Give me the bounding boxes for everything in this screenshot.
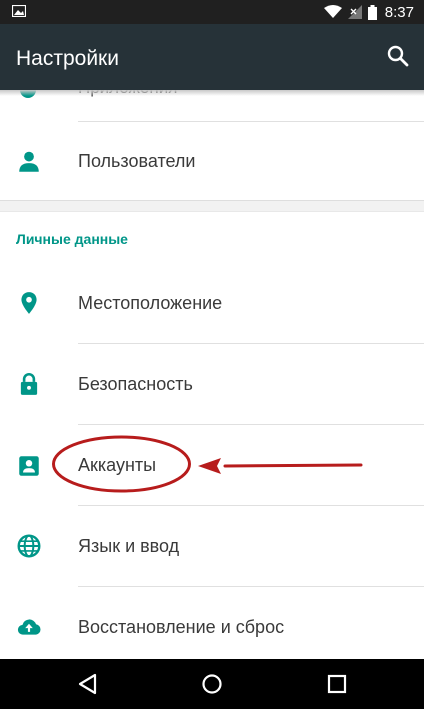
battery-icon [367, 4, 377, 20]
list-item-language[interactable]: Язык и ввод [0, 506, 424, 586]
annotation-arrow [198, 458, 363, 474]
page-title: Настройки [16, 47, 119, 70]
back-icon[interactable] [75, 671, 101, 697]
appbar-shadow [0, 90, 424, 96]
person-icon [19, 151, 39, 172]
image-icon [12, 5, 26, 17]
section-divider [0, 200, 424, 212]
globe-icon [17, 534, 41, 558]
lock-icon [20, 373, 38, 395]
signal-icon [347, 5, 362, 19]
list-item-label: Язык и ввод [78, 536, 180, 556]
recents-icon[interactable] [324, 671, 350, 697]
wifi-icon [323, 5, 342, 18]
list-item-security[interactable]: Безопасность [0, 344, 424, 424]
home-icon[interactable] [199, 671, 225, 697]
annotation-ellipse [52, 435, 191, 493]
account-box-icon [19, 456, 39, 476]
list-item-backup-reset[interactable]: Восстановление и сброс [0, 587, 424, 667]
list-item-label: Местоположение [78, 293, 223, 313]
list-item-users[interactable]: Пользователи [0, 122, 424, 202]
list-item-location[interactable]: Местоположение [0, 263, 424, 343]
app-bar: Настройки [0, 24, 424, 90]
search-icon[interactable] [384, 42, 412, 70]
status-time: 8:37 [384, 3, 414, 21]
nav-bar [0, 659, 424, 709]
section-header: Личные данные [16, 231, 128, 247]
list-item-label: Безопасность [78, 374, 193, 394]
list-item-label: Пользователи [78, 151, 196, 171]
status-bar: 8:37 [0, 0, 424, 24]
cloud-upload-icon [17, 619, 41, 635]
list-item-label: Восстановление и сброс [78, 617, 285, 637]
location-icon [21, 292, 37, 314]
